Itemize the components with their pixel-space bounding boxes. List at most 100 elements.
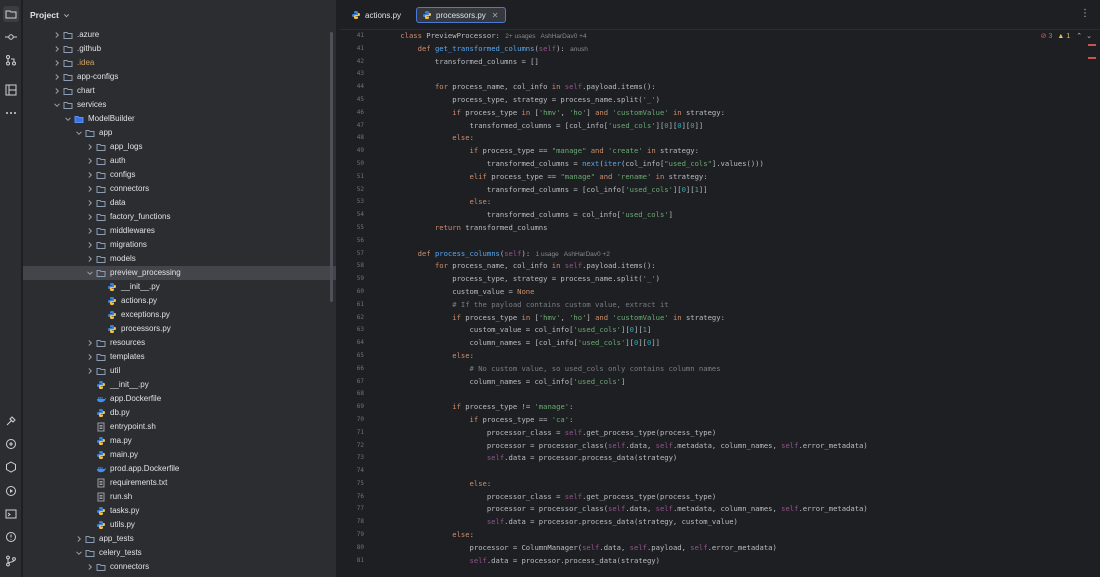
code-line[interactable]: if process_type in ['hmv', 'ho'] and 'cu… — [383, 107, 1083, 120]
tree-file[interactable]: tasks.py — [23, 504, 336, 518]
services-icon[interactable] — [3, 459, 19, 475]
tree-file[interactable]: run.sh — [23, 490, 336, 504]
tree-file[interactable]: prod.app.Dockerfile — [23, 462, 336, 476]
tree-file[interactable]: requirements.txt — [23, 476, 336, 490]
code-line[interactable]: column_names = col_info['used_cols'] — [383, 376, 1083, 389]
tree-file[interactable]: db.py — [23, 406, 336, 420]
run-icon[interactable] — [3, 483, 19, 499]
tree-folder[interactable]: configs — [23, 168, 336, 182]
tree-folder[interactable]: util — [23, 364, 336, 378]
chevron-down-icon[interactable] — [53, 101, 61, 109]
chevron-right-icon[interactable] — [75, 535, 83, 543]
error-stripe-mark[interactable] — [1088, 57, 1096, 59]
code-line[interactable]: processor = processor_class(self.data, s… — [383, 440, 1083, 453]
git-icon[interactable] — [3, 553, 19, 569]
chevron-right-icon[interactable] — [86, 353, 94, 361]
tree-folder[interactable]: app-configs — [23, 70, 336, 84]
chevron-right-icon[interactable] — [86, 213, 94, 221]
tree-folder[interactable]: celery_tests — [23, 546, 336, 560]
code-line[interactable]: transformed_columns = col_info['used_col… — [383, 209, 1083, 222]
code-line[interactable]: if process_type != 'manage': — [383, 401, 1083, 414]
tab-actions[interactable]: actions.py — [346, 7, 407, 23]
code-line[interactable]: process_type, strategy = process_name.sp… — [383, 273, 1083, 286]
code-line[interactable]: if process_type == 'ca': — [383, 414, 1083, 427]
code-line[interactable]: self.data = processor.process_data(strat… — [383, 452, 1083, 465]
commit-icon[interactable] — [3, 29, 19, 45]
terminal-icon[interactable] — [3, 506, 19, 522]
tree-file[interactable]: __init__.py — [23, 378, 336, 392]
tree-folder[interactable]: resources — [23, 336, 336, 350]
chevron-right-icon[interactable] — [53, 31, 61, 39]
code-line[interactable]: self.data = processor.process_data(strat… — [383, 555, 1083, 568]
tree-folder[interactable]: models — [23, 252, 336, 266]
chevron-down-icon[interactable]: ⌄ — [1086, 32, 1092, 40]
python-console-icon[interactable] — [3, 436, 19, 452]
chevron-down-icon[interactable] — [86, 269, 94, 277]
tree-folder[interactable]: auth — [23, 154, 336, 168]
tree-folder[interactable]: app — [23, 126, 336, 140]
tree-folder[interactable]: connectors — [23, 560, 336, 574]
tree-folder[interactable]: .github — [23, 42, 336, 56]
code-line[interactable]: processor_class = self.get_process_type(… — [383, 491, 1083, 504]
close-icon[interactable]: ✕ — [492, 11, 499, 20]
tree-file[interactable]: processors.py — [23, 322, 336, 336]
inlay-hint[interactable]: 2+ usages AshHarDav0 +4 — [500, 33, 586, 40]
code-line[interactable] — [383, 235, 1083, 248]
chevron-right-icon[interactable] — [86, 157, 94, 165]
tree-file[interactable]: actions.py — [23, 294, 336, 308]
chevron-down-icon[interactable] — [63, 12, 70, 19]
tree-folder[interactable]: factory_functions — [23, 210, 336, 224]
code-line[interactable]: if process_type in ['hmv', 'ho'] and 'cu… — [383, 312, 1083, 325]
chevron-down-icon[interactable] — [75, 549, 83, 557]
tree-folder[interactable]: connectors — [23, 182, 336, 196]
project-scrollbar[interactable] — [330, 32, 333, 302]
code-line[interactable]: return transformed_columns — [383, 222, 1083, 235]
problems-icon[interactable] — [3, 529, 19, 545]
chevron-right-icon[interactable] — [53, 87, 61, 95]
tab-processors[interactable]: processors.py ✕ — [416, 7, 506, 23]
tree-folder[interactable]: data — [23, 196, 336, 210]
chevron-down-icon[interactable] — [64, 115, 72, 123]
tree-folder[interactable]: app_tests — [23, 532, 336, 546]
tree-folder[interactable]: .idea — [23, 56, 336, 70]
tree-file[interactable]: ma.py — [23, 434, 336, 448]
more-vertical-icon[interactable]: ⋮ — [1080, 8, 1090, 19]
code-line[interactable]: for process_name, col_info in self.paylo… — [383, 260, 1083, 273]
code-line[interactable]: custom_value = col_info['used_cols'][0][… — [383, 324, 1083, 337]
tree-folder[interactable]: app_logs — [23, 140, 336, 154]
code-line[interactable]: for process_name, col_info in self.paylo… — [383, 81, 1083, 94]
tree-file[interactable]: app.Dockerfile — [23, 392, 336, 406]
code-line[interactable]: custom_value = None — [383, 286, 1083, 299]
chevron-right-icon[interactable] — [86, 339, 94, 347]
code-area[interactable]: class PreviewProcessor: 2+ usages AshHar… — [383, 30, 1083, 567]
code-line[interactable]: processor = ColumnManager(self.data, sel… — [383, 542, 1083, 555]
tree-file[interactable]: exceptions.py — [23, 308, 336, 322]
chevron-right-icon[interactable] — [86, 255, 94, 263]
code-line[interactable]: # No custom value, so used_cols only con… — [383, 363, 1083, 376]
code-line[interactable] — [383, 465, 1083, 478]
code-line[interactable]: self.data = processor.process_data(strat… — [383, 516, 1083, 529]
code-line[interactable]: def get_transformed_columns(self): anush — [383, 43, 1083, 56]
code-line[interactable]: def process_columns(self): 1 usage AshHa… — [383, 248, 1083, 261]
chevron-right-icon[interactable] — [86, 563, 94, 571]
tree-file[interactable]: __init__.py — [23, 280, 336, 294]
error-stripe-mark[interactable] — [1088, 44, 1096, 46]
tree-folder[interactable]: middlewares — [23, 224, 336, 238]
chevron-right-icon[interactable] — [86, 367, 94, 375]
structure-icon[interactable] — [3, 82, 19, 98]
code-line[interactable]: else: — [383, 132, 1083, 145]
chevron-right-icon[interactable] — [86, 241, 94, 249]
build-icon[interactable] — [3, 413, 19, 429]
project-header[interactable]: Project — [23, 0, 336, 30]
chevron-right-icon[interactable] — [86, 171, 94, 179]
tree-folder[interactable]: .azure — [23, 28, 336, 42]
code-line[interactable]: column_names = [col_info['used_cols'][0]… — [383, 337, 1083, 350]
tree-folder[interactable]: ModelBuilder — [23, 112, 336, 126]
chevron-right-icon[interactable] — [53, 45, 61, 53]
code-line[interactable]: transformed_columns = next(iter(col_info… — [383, 158, 1083, 171]
chevron-right-icon[interactable] — [86, 227, 94, 235]
chevron-right-icon[interactable] — [53, 73, 61, 81]
tree-file[interactable]: utils.py — [23, 518, 336, 532]
chevron-down-icon[interactable] — [75, 129, 83, 137]
chevron-right-icon[interactable] — [86, 143, 94, 151]
